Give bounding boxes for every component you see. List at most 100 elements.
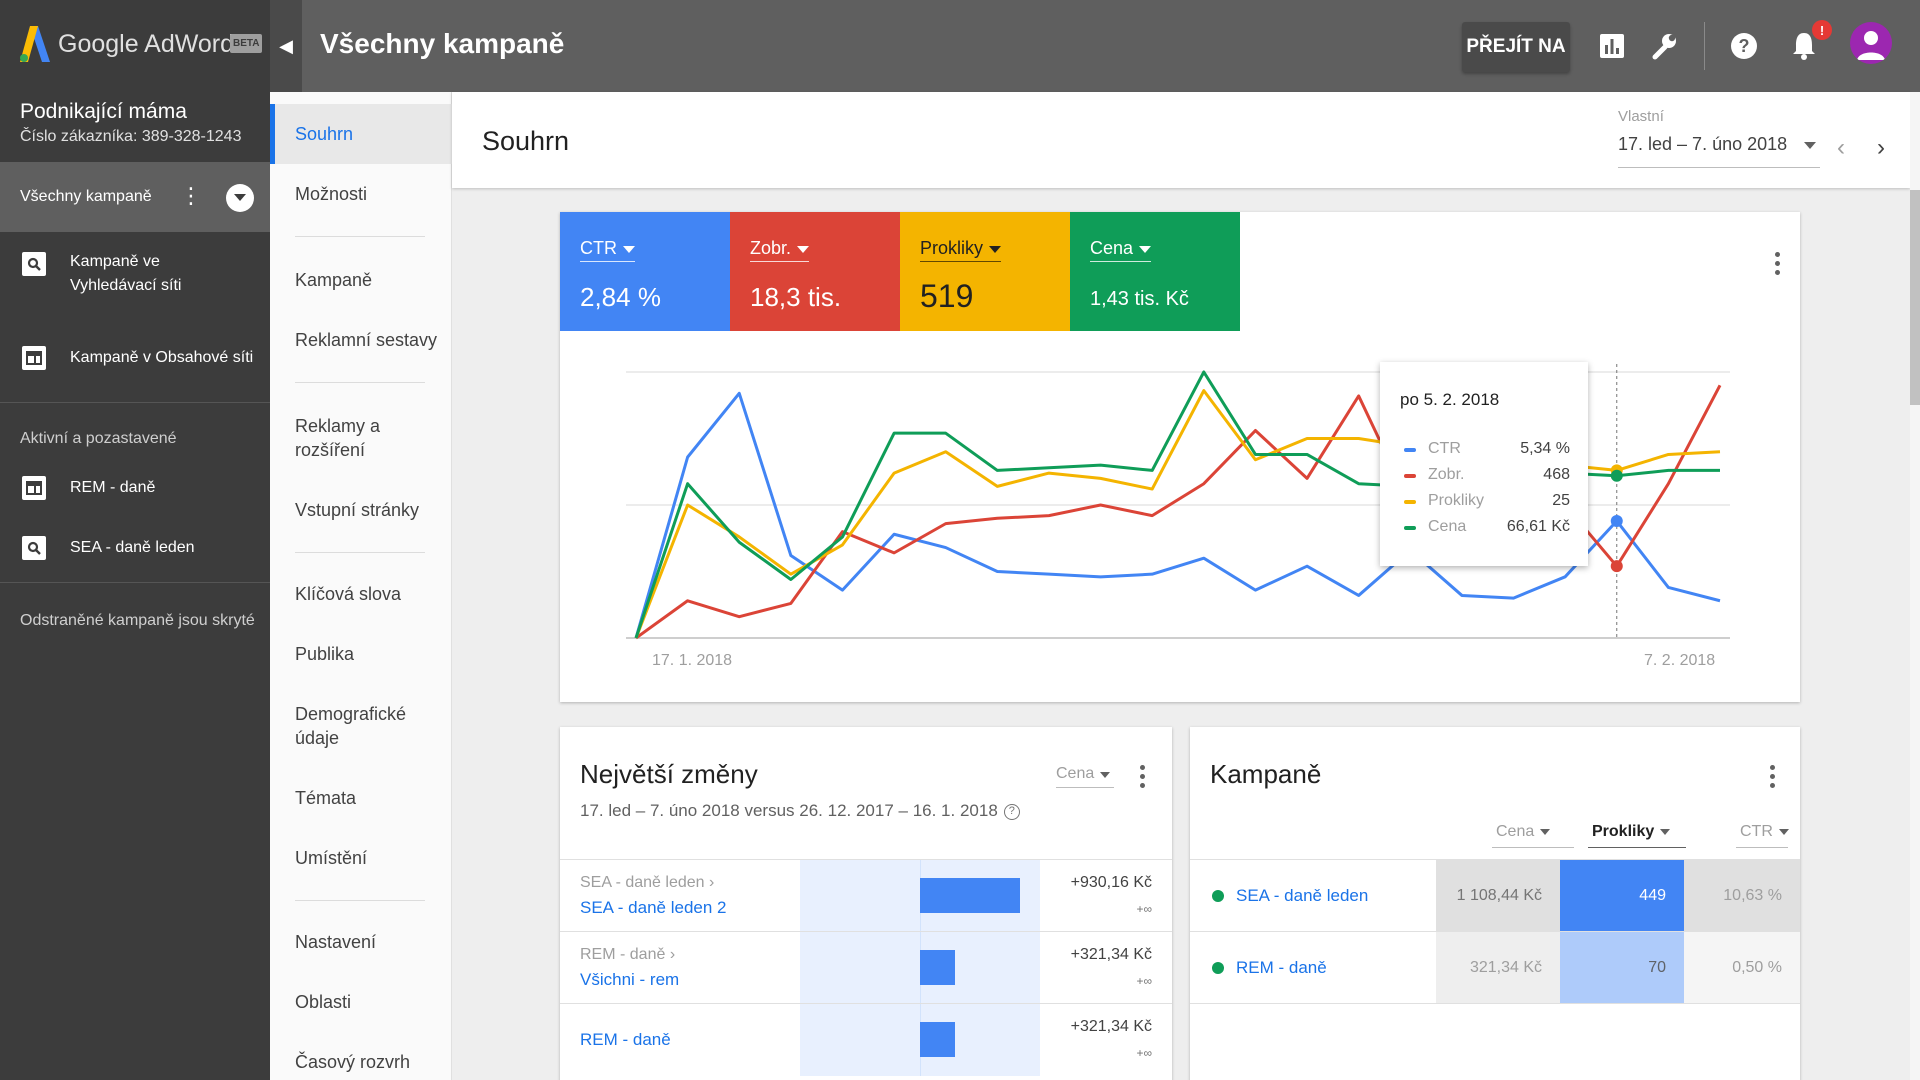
column-header-cost[interactable]: Cena <box>1496 823 1551 841</box>
tooltip-name: CTR <box>1428 440 1461 457</box>
chevron-left-icon: ◀ <box>279 35 293 56</box>
tooltip-name: Zobr. <box>1428 466 1465 483</box>
change-bar <box>920 950 955 985</box>
display-icon <box>22 346 46 370</box>
sidebar-item-label: REM - daně <box>70 479 156 496</box>
status-enabled-icon <box>1212 890 1224 902</box>
display-icon <box>22 476 46 500</box>
table-row[interactable]: SEA - daně leden › SEA - daně leden 2 +9… <box>560 859 1172 932</box>
column-underline <box>1492 847 1574 848</box>
date-range-value: 17. led – 7. úno 2018 <box>1618 134 1788 154</box>
change-bar <box>920 878 1020 913</box>
table-row[interactable]: SEA - daně leden 1 108,44 Kč 449 10,63 % <box>1190 859 1800 932</box>
campaign-link[interactable]: Všichni - rem <box>580 970 679 990</box>
sidebar-item-search-campaigns[interactable]: Kampaně ve Vyhledávací síti <box>0 248 270 308</box>
card-menu-button[interactable] <box>1140 765 1145 792</box>
page-heading: Všechny kampaně <box>320 28 565 59</box>
nav-item-umisteni[interactable]: Umístění <box>270 846 452 870</box>
nav-item-nastaveni[interactable]: Nastavení <box>270 930 452 954</box>
card-subtitle: 17. led – 7. úno 2018 versus 26. 12. 201… <box>580 801 1020 821</box>
tools-button[interactable] <box>1644 26 1684 66</box>
biggest-changes-card: Největší změny 17. led – 7. úno 2018 ver… <box>560 727 1172 1080</box>
change-percent: +∞ <box>1136 974 1152 988</box>
all-campaigns-item[interactable]: Všechny kampaně ⋮ <box>0 162 270 232</box>
metric-select[interactable]: Cena <box>1056 765 1114 788</box>
x-axis-first-label: 17. 1. 2018 <box>652 652 733 669</box>
campaign-link[interactable]: REM - daně <box>580 1030 671 1050</box>
nav-item-kampane[interactable]: Kampaně <box>270 268 452 292</box>
nav-item-reklamy[interactable]: Reklamy a rozšíření <box>270 414 420 462</box>
chevron-left-icon: ‹ <box>1837 134 1845 161</box>
date-range-select[interactable]: 17. led – 7. úno 2018 <box>1618 134 1820 168</box>
notification-badge: ! <box>1812 20 1832 40</box>
tooltip-value: 66,61 Kč <box>1506 518 1570 535</box>
app-name: Google AdWords <box>58 30 247 58</box>
ctr-cell: 10,63 % <box>1684 860 1800 932</box>
column-header-clicks[interactable]: Prokliky <box>1592 823 1671 841</box>
nav-item-reklamni-sestavy[interactable]: Reklamní sestavy <box>270 328 452 352</box>
removed-campaigns-note[interactable]: Odstraněné kampaně jsou skryté <box>20 612 255 630</box>
card-menu-button[interactable] <box>1770 765 1775 792</box>
scrollbar-thumb[interactable] <box>1910 190 1920 405</box>
nav-item-souhrn[interactable]: Souhrn <box>270 104 452 164</box>
column-underline <box>1736 847 1788 848</box>
column-header-ctr[interactable]: CTR <box>1740 823 1789 841</box>
nav-item-publika[interactable]: Publika <box>270 642 452 666</box>
tooltip-date: po 5. 2. 2018 <box>1400 390 1500 409</box>
sidebar-item-sea-dane-leden[interactable]: SEA - daně leden <box>0 536 270 576</box>
previous-period-button[interactable]: ‹ <box>1826 134 1856 164</box>
campaign-link[interactable]: SEA - daně leden <box>1236 886 1368 906</box>
caret-down-icon <box>1540 828 1551 835</box>
help-icon[interactable]: ? <box>1003 803 1020 820</box>
change-percent: +∞ <box>1136 902 1152 916</box>
expand-button[interactable] <box>226 184 254 212</box>
legend-swatch <box>1404 448 1416 452</box>
tooltip-value: 468 <box>1543 466 1570 483</box>
card-title: Kampaně <box>1210 759 1322 789</box>
change-value: +321,34 Kč <box>1070 1018 1152 1035</box>
campaign-link[interactable]: SEA - daně leden 2 <box>580 898 727 918</box>
collapse-sidebar-button[interactable]: ◀ <box>270 0 302 92</box>
avatar[interactable] <box>1850 22 1892 64</box>
nav-item-moznosti[interactable]: Možnosti <box>270 182 452 206</box>
ctr-cell: 0,50 % <box>1684 932 1800 1004</box>
user-icon <box>1857 31 1885 60</box>
status-enabled-icon <box>1212 962 1224 974</box>
legend-swatch <box>1404 526 1416 530</box>
chart-tooltip: po 5. 2. 2018 CTR 5,34 % Zobr. 468 Prokl… <box>1380 362 1588 566</box>
cost-cell: 1 108,44 Kč <box>1436 860 1560 932</box>
goto-button[interactable]: PŘEJÍT NA <box>1462 22 1570 72</box>
sidebar-section-label: Aktivní a pozastavené <box>20 430 177 447</box>
table-row[interactable]: REM - daně › Všichni - rem +321,34 Kč +∞ <box>560 931 1172 1004</box>
clicks-cell: 449 <box>1560 860 1684 932</box>
wrench-icon <box>1652 34 1676 60</box>
highlight-point-3[interactable] <box>1610 469 1623 482</box>
highlight-point-0[interactable] <box>1610 514 1623 527</box>
table-row[interactable]: REM - daně 321,34 Kč 70 0,50 % <box>1190 931 1800 1004</box>
nav-item-temata[interactable]: Témata <box>270 786 452 810</box>
date-range-caption: Vlastní <box>1618 108 1664 125</box>
summary-card: CTR 2,84 % Zobr. 18,3 tis. Prokliky 519 … <box>560 212 1800 702</box>
caret-down-icon <box>1100 772 1110 778</box>
more-vert-icon[interactable]: ⋮ <box>180 182 202 212</box>
highlight-point-1[interactable] <box>1610 560 1623 573</box>
nav-separator <box>295 900 425 901</box>
nav-item-vstupni-stranky[interactable]: Vstupní stránky <box>270 498 452 522</box>
nav-item-klicova-slova[interactable]: Klíčová slova <box>270 582 452 606</box>
nav-item-demograficke-udaje[interactable]: Demografické údaje <box>270 702 420 750</box>
sidebar-item-display-campaigns[interactable]: Kampaně v Obsahové síti <box>0 342 270 382</box>
sidebar-item-rem-dane[interactable]: REM - daně <box>0 476 270 516</box>
nav-item-oblasti[interactable]: Oblasti <box>270 990 452 1014</box>
table-divider <box>1190 1003 1800 1004</box>
reports-button[interactable] <box>1592 26 1632 66</box>
next-period-button[interactable]: › <box>1866 134 1896 164</box>
campaign-link[interactable]: REM - daně <box>1236 958 1327 978</box>
tooltip-value: 5,34 % <box>1520 440 1570 457</box>
chevron-right-icon: › <box>1877 134 1885 161</box>
table-row[interactable]: REM - daně +321,34 Kč +∞ <box>560 1003 1172 1076</box>
help-button[interactable]: ? <box>1724 26 1764 66</box>
content-title: Souhrn <box>482 126 570 156</box>
nav-item-casovy-rozvrh[interactable]: Časový rozvrh <box>270 1050 452 1074</box>
sidebar-divider <box>0 402 270 403</box>
toolbar-divider <box>1704 22 1705 70</box>
